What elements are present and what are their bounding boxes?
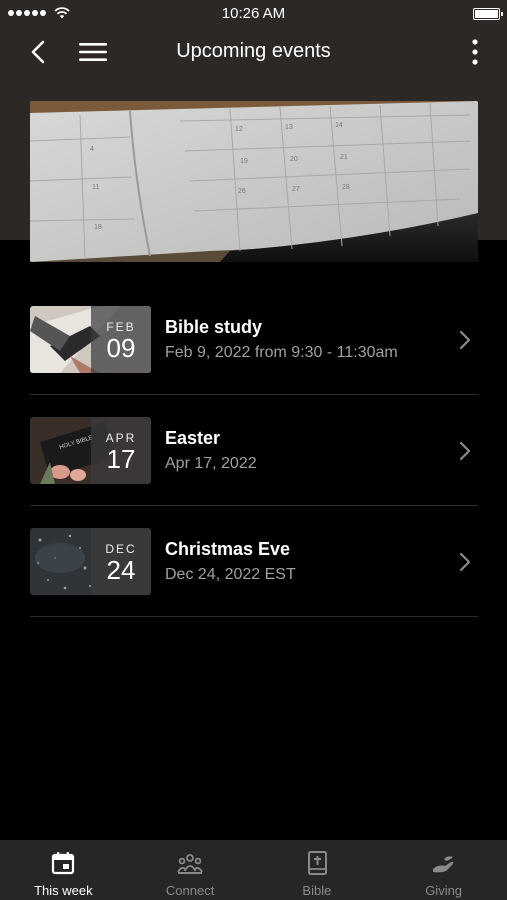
tab-label: This week [34, 883, 93, 898]
chevron-right-icon [459, 441, 471, 461]
tab-label: Connect [165, 883, 215, 898]
svg-text:26: 26 [238, 188, 246, 195]
event-day: 17 [106, 444, 136, 474]
giving-hand-icon [432, 856, 453, 873]
calendar-hero-image: 12 13 14 19 20 21 26 27 28 4 11 18 [30, 101, 478, 262]
svg-text:14: 14 [335, 122, 343, 129]
event-date: Apr 17, 2022 [165, 455, 257, 472]
tab-connect[interactable]: Connect [127, 840, 254, 900]
date-badge: DEC 24 [91, 528, 151, 595]
page-title: Upcoming events [176, 40, 331, 62]
tab-label: Giving [425, 883, 463, 898]
event-date: Dec 24, 2022 EST [165, 566, 296, 583]
svg-text:18: 18 [94, 224, 102, 231]
event-month: FEB [106, 320, 136, 334]
nav-bar: Upcoming events [0, 28, 507, 78]
svg-text:11: 11 [92, 184, 99, 191]
tab-giving[interactable]: Giving [380, 840, 507, 900]
event-thumbnail: HOLY BIBLE APR 17 [30, 417, 151, 484]
battery-icon [473, 8, 503, 20]
event-month: DEC [105, 542, 137, 556]
event-month: APR [105, 431, 137, 445]
chevron-right-icon [459, 552, 471, 572]
status-time: 10:26 AM [221, 5, 286, 22]
event-row-bible-study[interactable]: FEB 09 Bible study Feb 9, 2022 from 9:30… [30, 284, 478, 395]
svg-text:28: 28 [342, 184, 350, 191]
svg-text:27: 27 [292, 186, 300, 193]
status-bar: 10:26 AM [0, 0, 507, 28]
svg-text:4: 4 [90, 146, 94, 153]
svg-text:12: 12 [235, 126, 243, 133]
tab-bible[interactable]: Bible [254, 840, 381, 900]
tab-label: Bible [302, 883, 332, 898]
svg-text:20: 20 [290, 156, 298, 163]
event-row-easter[interactable]: HOLY BIBLE APR 17 Easter Apr 17, 2022 [30, 395, 478, 506]
date-badge: APR 17 [91, 417, 151, 484]
event-thumbnail: FEB 09 [30, 306, 151, 373]
svg-text:13: 13 [285, 124, 293, 131]
event-day: 09 [106, 333, 136, 363]
event-thumbnail: DEC 24 [30, 528, 151, 595]
event-row-christmas-eve[interactable]: DEC 24 Christmas Eve Dec 24, 2022 EST [30, 506, 478, 617]
people-icon [177, 854, 203, 874]
tab-this-week[interactable]: This week [0, 840, 127, 900]
event-day: 24 [106, 555, 136, 585]
bible-icon [307, 851, 327, 875]
svg-text:21: 21 [340, 154, 348, 161]
bottom-tab-bar: This week Connect Bible Giving [0, 840, 507, 900]
event-title: Christmas Eve [165, 539, 291, 559]
events-list: FEB 09 Bible study Feb 9, 2022 from 9:30… [30, 284, 478, 617]
chevron-right-icon [459, 330, 471, 350]
event-date: Feb 9, 2022 from 9:30 - 11:30am [165, 344, 398, 361]
svg-text:19: 19 [240, 158, 248, 165]
date-badge: FEB 09 [91, 306, 151, 373]
event-title: Bible study [165, 317, 263, 337]
calendar-icon [52, 852, 75, 875]
more-options-icon[interactable] [471, 38, 479, 66]
event-title: Easter [165, 428, 221, 448]
